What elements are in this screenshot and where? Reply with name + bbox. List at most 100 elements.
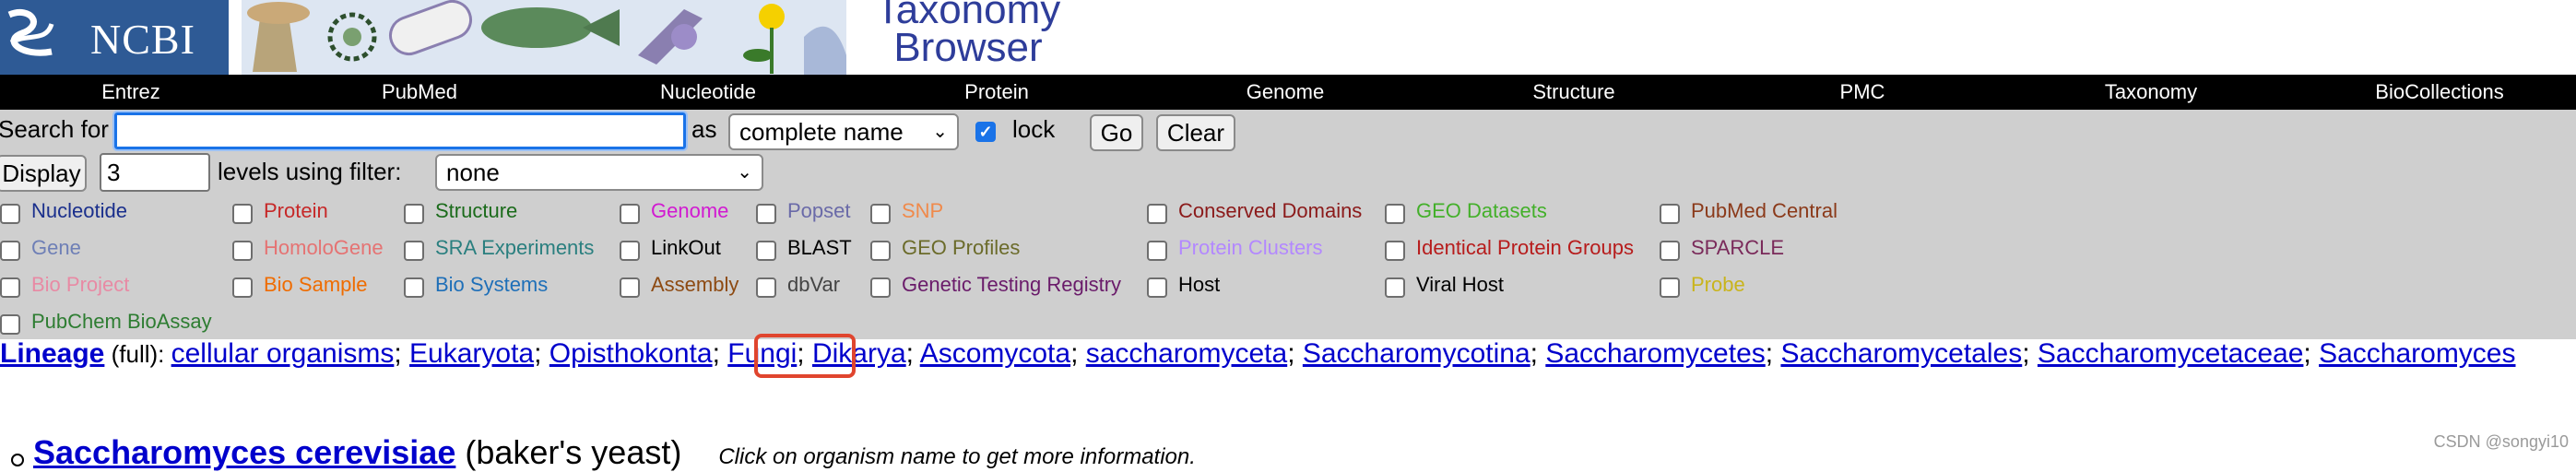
db-label-protein[interactable]: Protein [264, 199, 328, 223]
clear-button[interactable]: Clear [1156, 114, 1235, 151]
lineage-link-saccharomyces[interactable]: Saccharomyces [2319, 338, 2515, 369]
checkbox-assembly[interactable] [620, 277, 640, 298]
checkbox-nucleotide[interactable] [0, 204, 20, 224]
as-label: as [691, 115, 717, 143]
checkbox-host[interactable] [1147, 277, 1167, 298]
db-label-nucleotide[interactable]: Nucleotide [31, 199, 127, 223]
lineage-link-saccharomycotina[interactable]: Saccharomycotina [1303, 338, 1530, 369]
nav-entrez[interactable]: Entrez [101, 75, 160, 110]
lineage-separator: ; [2303, 338, 2320, 369]
helix-logo-icon [7, 9, 54, 56]
db-label-homologene[interactable]: HomoloGene [264, 236, 384, 260]
name-type-select[interactable]: complete name ⌄ [728, 113, 959, 150]
taxonomy-browser-title: Taxonomy Browser [830, 0, 1106, 68]
lock-checkbox[interactable]: ✓ [975, 122, 996, 142]
lineage-link-ascomycota[interactable]: Ascomycota [920, 338, 1070, 369]
species-common-name: (baker's yeast) [465, 433, 682, 471]
nav-taxonomy[interactable]: Taxonomy [2105, 75, 2197, 110]
checkbox-probe[interactable] [1660, 277, 1680, 298]
checkbox-bio-systems[interactable] [404, 277, 424, 298]
display-levels-input[interactable] [100, 153, 210, 192]
db-label-pubchem-bioassay[interactable]: PubChem BioAssay [31, 310, 212, 334]
lineage-link-opisthokonta[interactable]: Opisthokonta [549, 338, 713, 369]
checkbox-viral-host[interactable] [1385, 277, 1405, 298]
chevron-down-icon: ⌄ [932, 122, 948, 142]
lineage-link-saccharomycetes[interactable]: Saccharomycetes [1545, 338, 1765, 369]
checkbox-genetic-testing-registry[interactable] [870, 277, 891, 298]
checkbox-identical-protein-groups[interactable] [1385, 241, 1405, 261]
checkbox-sra-experiments[interactable] [404, 241, 424, 261]
checkbox-snp[interactable] [870, 204, 891, 224]
ncbi-logo[interactable]: NCBI [0, 0, 229, 75]
lineage-separator: ; [1070, 338, 1086, 369]
checkbox-gene[interactable] [0, 241, 20, 261]
lineage-separator: ; [1287, 338, 1303, 369]
filter-value: none [446, 159, 500, 186]
filter-select[interactable]: none ⌄ [435, 154, 763, 191]
db-label-geo-datasets[interactable]: GEO Datasets [1416, 199, 1547, 223]
checkbox-conserved-domains[interactable] [1147, 204, 1167, 224]
lineage-link-cellular organisms[interactable]: cellular organisms [171, 338, 395, 369]
lineage-link-saccharomycetaceae[interactable]: Saccharomycetaceae [2038, 338, 2304, 369]
go-button[interactable]: Go [1090, 114, 1143, 151]
nav-pubmed[interactable]: PubMed [382, 75, 457, 110]
db-label-snp[interactable]: SNP [902, 199, 943, 223]
db-label-sparcle[interactable]: SPARCLE [1691, 236, 1784, 260]
db-label-blast[interactable]: BLAST [787, 236, 852, 260]
checkbox-pubchem-bioassay[interactable] [0, 314, 20, 335]
organism-collage-icon [242, 0, 846, 75]
db-label-viral-host[interactable]: Viral Host [1416, 273, 1504, 297]
checkbox-blast[interactable] [756, 241, 776, 261]
db-label-genome[interactable]: Genome [651, 199, 728, 223]
db-label-popset[interactable]: Popset [787, 199, 851, 223]
db-label-linkout[interactable]: LinkOut [651, 236, 721, 260]
checkbox-structure[interactable] [404, 204, 424, 224]
db-label-probe[interactable]: Probe [1691, 273, 1745, 297]
species-link[interactable]: Saccharomyces cerevisiae [33, 433, 455, 471]
db-label-conserved-domains[interactable]: Conserved Domains [1178, 199, 1362, 223]
checkbox-geo-datasets[interactable] [1385, 204, 1405, 224]
nav-genome[interactable]: Genome [1247, 75, 1324, 110]
lineage-link-eukaryota[interactable]: Eukaryota [409, 338, 534, 369]
db-label-protein-clusters[interactable]: Protein Clusters [1178, 236, 1323, 260]
checkbox-bio-project[interactable] [0, 277, 20, 298]
db-label-identical-protein-groups[interactable]: Identical Protein Groups [1416, 236, 1634, 260]
db-label-host[interactable]: Host [1178, 273, 1220, 297]
lineage-separator: ; [905, 338, 920, 369]
nav-pmc[interactable]: PMC [1840, 75, 1885, 110]
db-label-pubmed-central[interactable]: PubMed Central [1691, 199, 1837, 223]
checkbox-genome[interactable] [620, 204, 640, 224]
checkbox-geo-profiles[interactable] [870, 241, 891, 261]
checkbox-homologene[interactable] [232, 241, 253, 261]
nav-structure[interactable]: Structure [1532, 75, 1614, 110]
nav-nucleotide[interactable]: Nucleotide [660, 75, 756, 110]
db-label-dbvar[interactable]: dbVar [787, 273, 840, 297]
checkbox-dbvar[interactable] [756, 277, 776, 298]
checkbox-pubmed-central[interactable] [1660, 204, 1680, 224]
db-label-gene[interactable]: Gene [31, 236, 81, 260]
checkbox-popset[interactable] [756, 204, 776, 224]
lineage-link-saccharomyceta[interactable]: saccharomyceta [1086, 338, 1287, 369]
display-button[interactable]: Display [0, 155, 87, 192]
db-label-bio-systems[interactable]: Bio Systems [435, 273, 548, 297]
db-label-bio-project[interactable]: Bio Project [31, 273, 129, 297]
lineage-separator: ; [712, 338, 728, 369]
db-label-structure[interactable]: Structure [435, 199, 517, 223]
nav-protein[interactable]: Protein [964, 75, 1029, 110]
search-input[interactable] [112, 111, 688, 151]
lineage-label-link[interactable]: Lineage [0, 338, 104, 369]
nav-biocollections[interactable]: BioCollections [2375, 75, 2503, 110]
search-for-label: Search for [0, 115, 109, 143]
db-label-assembly[interactable]: Assembly [651, 273, 739, 297]
checkbox-protein[interactable] [232, 204, 253, 224]
checkbox-protein-clusters[interactable] [1147, 241, 1167, 261]
db-label-geo-profiles[interactable]: GEO Profiles [902, 236, 1020, 260]
lineage-link-saccharomycetales[interactable]: Saccharomycetales [1780, 338, 2022, 369]
db-label-bio-sample[interactable]: Bio Sample [264, 273, 368, 297]
db-label-sra-experiments[interactable]: SRA Experiments [435, 236, 594, 260]
checkbox-sparcle[interactable] [1660, 241, 1680, 261]
checkbox-linkout[interactable] [620, 241, 640, 261]
db-label-genetic-testing-registry[interactable]: Genetic Testing Registry [902, 273, 1121, 297]
checkbox-bio-sample[interactable] [232, 277, 253, 298]
banner-artwork [242, 0, 846, 75]
